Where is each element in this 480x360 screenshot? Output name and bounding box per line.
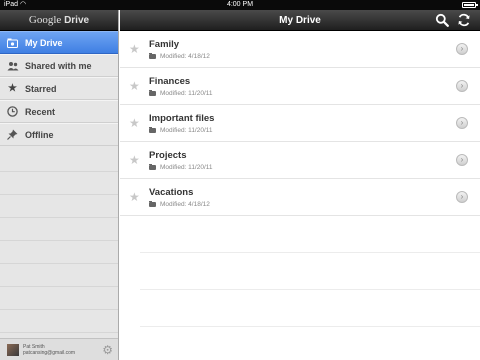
sidebar-item-label: My Drive bbox=[25, 37, 63, 48]
folder-icon bbox=[149, 53, 156, 59]
status-bar: iPad ◠ 4:00 PM bbox=[0, 0, 480, 10]
star-icon[interactable]: ★ bbox=[129, 79, 140, 93]
folder-icon bbox=[149, 127, 156, 133]
list-item[interactable]: ★ Family Modified: 4/18/12 › bbox=[120, 31, 480, 68]
my-drive-icon bbox=[6, 36, 19, 49]
folder-icon bbox=[149, 164, 156, 170]
app-logo: Google Drive bbox=[0, 10, 118, 31]
list-item[interactable]: ★ Projects Modified: 11/20/11 › bbox=[120, 142, 480, 179]
sidebar-item-recent[interactable]: Recent bbox=[0, 100, 118, 123]
account-panel[interactable]: Pat Smith patcansing@gmail.com ⚙ bbox=[0, 338, 118, 360]
sidebar-item-starred[interactable]: ★ Starred bbox=[0, 77, 118, 100]
gear-icon[interactable]: ⚙ bbox=[102, 343, 113, 357]
list-item[interactable]: ★ Vacations Modified: 4/18/12 › bbox=[120, 179, 480, 216]
chevron-right-icon[interactable]: › bbox=[456, 191, 468, 203]
people-icon bbox=[6, 59, 19, 72]
sidebar-empty-area bbox=[0, 149, 118, 339]
list-empty-area bbox=[140, 216, 480, 360]
sidebar-item-shared[interactable]: Shared with me bbox=[0, 54, 118, 77]
file-modified: Modified: 4/18/12 bbox=[160, 201, 210, 208]
list-item[interactable]: ★ Finances Modified: 11/20/11 › bbox=[120, 68, 480, 105]
file-name: Important files bbox=[149, 113, 215, 124]
folder-icon bbox=[149, 90, 156, 96]
top-bar: My Drive bbox=[120, 10, 480, 31]
account-email: patcansing@gmail.com bbox=[23, 349, 76, 356]
file-modified: Modified: 11/20/11 bbox=[160, 90, 213, 97]
pin-icon bbox=[6, 128, 19, 141]
battery-icon bbox=[462, 2, 478, 8]
main-panel: My Drive ★ Family Modified: 4/18/12 › ★ … bbox=[120, 10, 480, 360]
brand-drive: Drive bbox=[64, 15, 90, 26]
star-icon: ★ bbox=[8, 83, 17, 94]
sidebar: Google Drive My Drive Shared with me ★ S… bbox=[0, 10, 119, 360]
star-icon[interactable]: ★ bbox=[129, 153, 140, 167]
star-icon[interactable]: ★ bbox=[129, 42, 140, 56]
search-icon[interactable] bbox=[434, 13, 449, 28]
clock-icon bbox=[6, 105, 19, 118]
file-name: Family bbox=[149, 39, 180, 50]
file-name: Projects bbox=[149, 150, 187, 161]
chevron-right-icon[interactable]: › bbox=[456, 117, 468, 129]
sidebar-item-my-drive[interactable]: My Drive bbox=[0, 31, 118, 54]
avatar bbox=[7, 343, 19, 356]
sidebar-item-label: Recent bbox=[25, 106, 56, 117]
file-modified: Modified: 4/18/12 bbox=[160, 53, 210, 60]
file-modified: Modified: 11/20/11 bbox=[160, 127, 213, 134]
page-title: My Drive bbox=[279, 15, 321, 26]
file-name: Vacations bbox=[149, 187, 194, 198]
star-icon[interactable]: ★ bbox=[129, 116, 140, 130]
refresh-icon[interactable] bbox=[456, 13, 471, 28]
sidebar-item-label: Shared with me bbox=[25, 60, 92, 71]
chevron-right-icon[interactable]: › bbox=[456, 43, 468, 55]
sidebar-item-label: Offline bbox=[25, 129, 54, 140]
brand-google: Google bbox=[28, 14, 62, 26]
star-icon[interactable]: ★ bbox=[129, 190, 140, 204]
sidebar-item-offline[interactable]: Offline bbox=[0, 123, 118, 146]
chevron-right-icon[interactable]: › bbox=[456, 154, 468, 166]
status-time: 4:00 PM bbox=[226, 1, 254, 8]
list-item[interactable]: ★ Important files Modified: 11/20/11 › bbox=[120, 105, 480, 142]
chevron-right-icon[interactable]: › bbox=[456, 80, 468, 92]
folder-icon bbox=[149, 201, 156, 207]
file-name: Finances bbox=[149, 76, 191, 87]
sidebar-item-label: Starred bbox=[25, 83, 57, 94]
file-modified: Modified: 11/20/11 bbox=[160, 164, 213, 171]
